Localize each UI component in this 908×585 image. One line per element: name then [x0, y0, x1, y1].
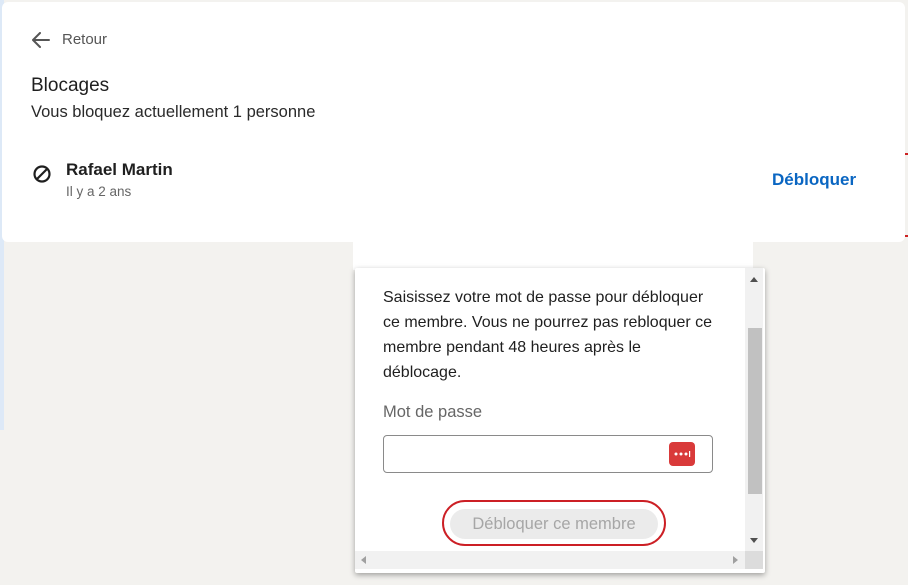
blocked-members-card: Retour Blocages Vous bloquez actuellemen…: [2, 2, 905, 242]
page-subtitle: Vous bloquez actuellement 1 personne: [31, 103, 316, 121]
dots-icon: [674, 451, 691, 457]
dialog-message: Saisissez votre mot de passe pour débloq…: [383, 289, 713, 381]
scroll-up-icon[interactable]: [750, 277, 758, 282]
password-label: Mot de passe: [383, 403, 483, 421]
scrollbar-corner: [745, 551, 763, 569]
scroll-left-icon[interactable]: [361, 556, 366, 564]
page-title: Blocages: [31, 75, 110, 96]
password-manager-icon[interactable]: [669, 442, 695, 466]
unblock-button[interactable]: Débloquer: [772, 170, 856, 190]
scrollbar-thumb[interactable]: [748, 328, 762, 494]
scroll-down-icon[interactable]: [750, 538, 758, 543]
blocked-member-time: Il y a 2 ans: [66, 184, 132, 199]
horizontal-scrollbar[interactable]: [355, 551, 745, 569]
block-icon: [33, 165, 51, 183]
unblock-dialog: Saisissez votre mot de passe pour débloq…: [355, 268, 765, 573]
arrow-left-icon: [32, 31, 50, 48]
back-button[interactable]: Retour: [32, 31, 107, 48]
password-input[interactable]: [383, 435, 713, 473]
back-label: Retour: [62, 31, 108, 48]
blocked-member-name: Rafael Martin: [66, 160, 173, 179]
dialog-backdrop: [353, 240, 753, 270]
scroll-right-icon[interactable]: [733, 556, 738, 564]
unblock-member-button[interactable]: Débloquer ce membre: [450, 509, 658, 539]
vertical-scrollbar[interactable]: [745, 268, 763, 551]
